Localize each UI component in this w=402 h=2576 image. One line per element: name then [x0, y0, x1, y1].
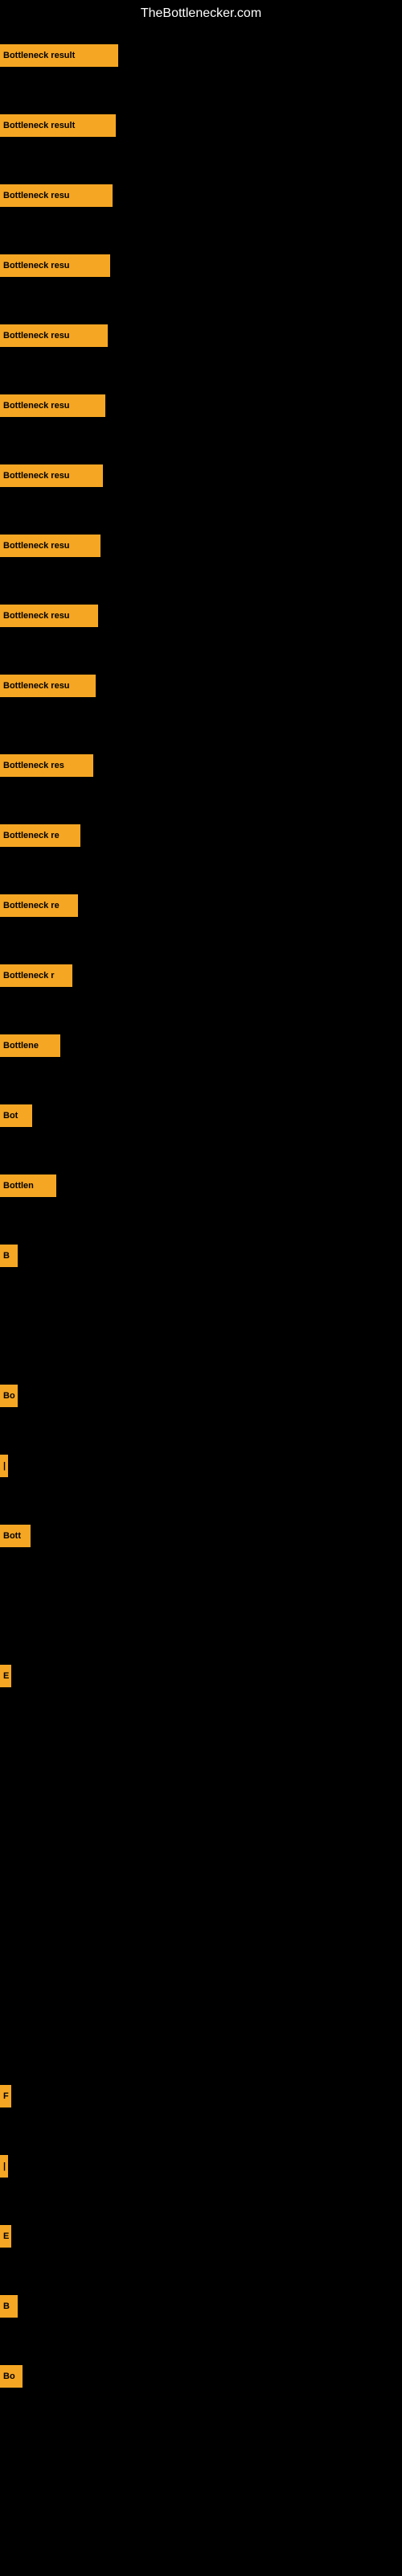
bottleneck-label: Bottleneck re	[3, 831, 59, 840]
bottleneck-bar: Bottleneck resu	[0, 184, 113, 207]
bottleneck-bar: F	[0, 2085, 11, 2107]
bottleneck-bar: Bottlene	[0, 1034, 60, 1057]
site-title: TheBottlenecker.com	[0, 0, 402, 27]
bottleneck-label: |	[3, 1461, 6, 1471]
bottleneck-label: Bottleneck resu	[3, 471, 70, 481]
bottleneck-bar: Bottleneck resu	[0, 605, 98, 627]
bottleneck-label: Bottleneck r	[3, 971, 55, 980]
bottleneck-bar: Bottlen	[0, 1174, 56, 1197]
bottleneck-bar: Bottleneck result	[0, 114, 116, 137]
bottleneck-label: B	[3, 2301, 10, 2311]
bottleneck-bar: B	[0, 1245, 18, 1267]
bottleneck-bar: Bo	[0, 2365, 23, 2388]
bottleneck-label: Bottleneck resu	[3, 331, 70, 341]
bottleneck-label: Bottleneck resu	[3, 541, 70, 551]
bottleneck-label: B	[3, 1251, 10, 1261]
bottleneck-bar: Bottleneck result	[0, 44, 118, 67]
bottleneck-label: Bo	[3, 2372, 15, 2381]
bottleneck-label: Bottleneck resu	[3, 401, 70, 411]
bottleneck-bar: Bottleneck resu	[0, 254, 110, 277]
bottleneck-label: Bottleneck resu	[3, 681, 70, 691]
bottleneck-label: E	[3, 1671, 9, 1681]
bottleneck-label: Bottlen	[3, 1181, 34, 1191]
bottleneck-bar: Bottleneck resu	[0, 535, 100, 557]
bottleneck-bar: Bottleneck resu	[0, 324, 108, 347]
bottleneck-bar: Bottleneck res	[0, 754, 93, 777]
bottleneck-bar: Bott	[0, 1525, 31, 1547]
bottleneck-label: Bottleneck res	[3, 761, 64, 770]
bottleneck-bar: Bottleneck re	[0, 824, 80, 847]
bottleneck-label: |	[3, 2161, 6, 2171]
bottleneck-label: Bott	[3, 1531, 21, 1541]
bottleneck-bar: Bo	[0, 1385, 18, 1407]
bottleneck-label: Bottlene	[3, 1041, 39, 1051]
bottleneck-label: Bo	[3, 1391, 15, 1401]
bottleneck-bar: B	[0, 2295, 18, 2318]
bottleneck-label: E	[3, 2231, 9, 2241]
bottleneck-label: F	[3, 2091, 9, 2101]
bottleneck-label: Bot	[3, 1111, 18, 1121]
bottleneck-bar: Bot	[0, 1104, 32, 1127]
bottleneck-bar: Bottleneck resu	[0, 464, 103, 487]
bottleneck-bar: Bottleneck resu	[0, 394, 105, 417]
bottleneck-bar: |	[0, 1455, 8, 1477]
bottleneck-bar: |	[0, 2155, 8, 2178]
bottleneck-label: Bottleneck resu	[3, 261, 70, 270]
bottleneck-label: Bottleneck resu	[3, 191, 70, 200]
bottleneck-label: Bottleneck resu	[3, 611, 70, 621]
bottleneck-label: Bottleneck result	[3, 51, 75, 60]
bottleneck-bar: E	[0, 1665, 11, 1687]
bottleneck-bar: E	[0, 2225, 11, 2248]
bottleneck-label: Bottleneck re	[3, 901, 59, 910]
bottleneck-label: Bottleneck result	[3, 121, 75, 130]
bottleneck-bar: Bottleneck resu	[0, 675, 96, 697]
bottleneck-bar: Bottleneck re	[0, 894, 78, 917]
bottleneck-bar: Bottleneck r	[0, 964, 72, 987]
